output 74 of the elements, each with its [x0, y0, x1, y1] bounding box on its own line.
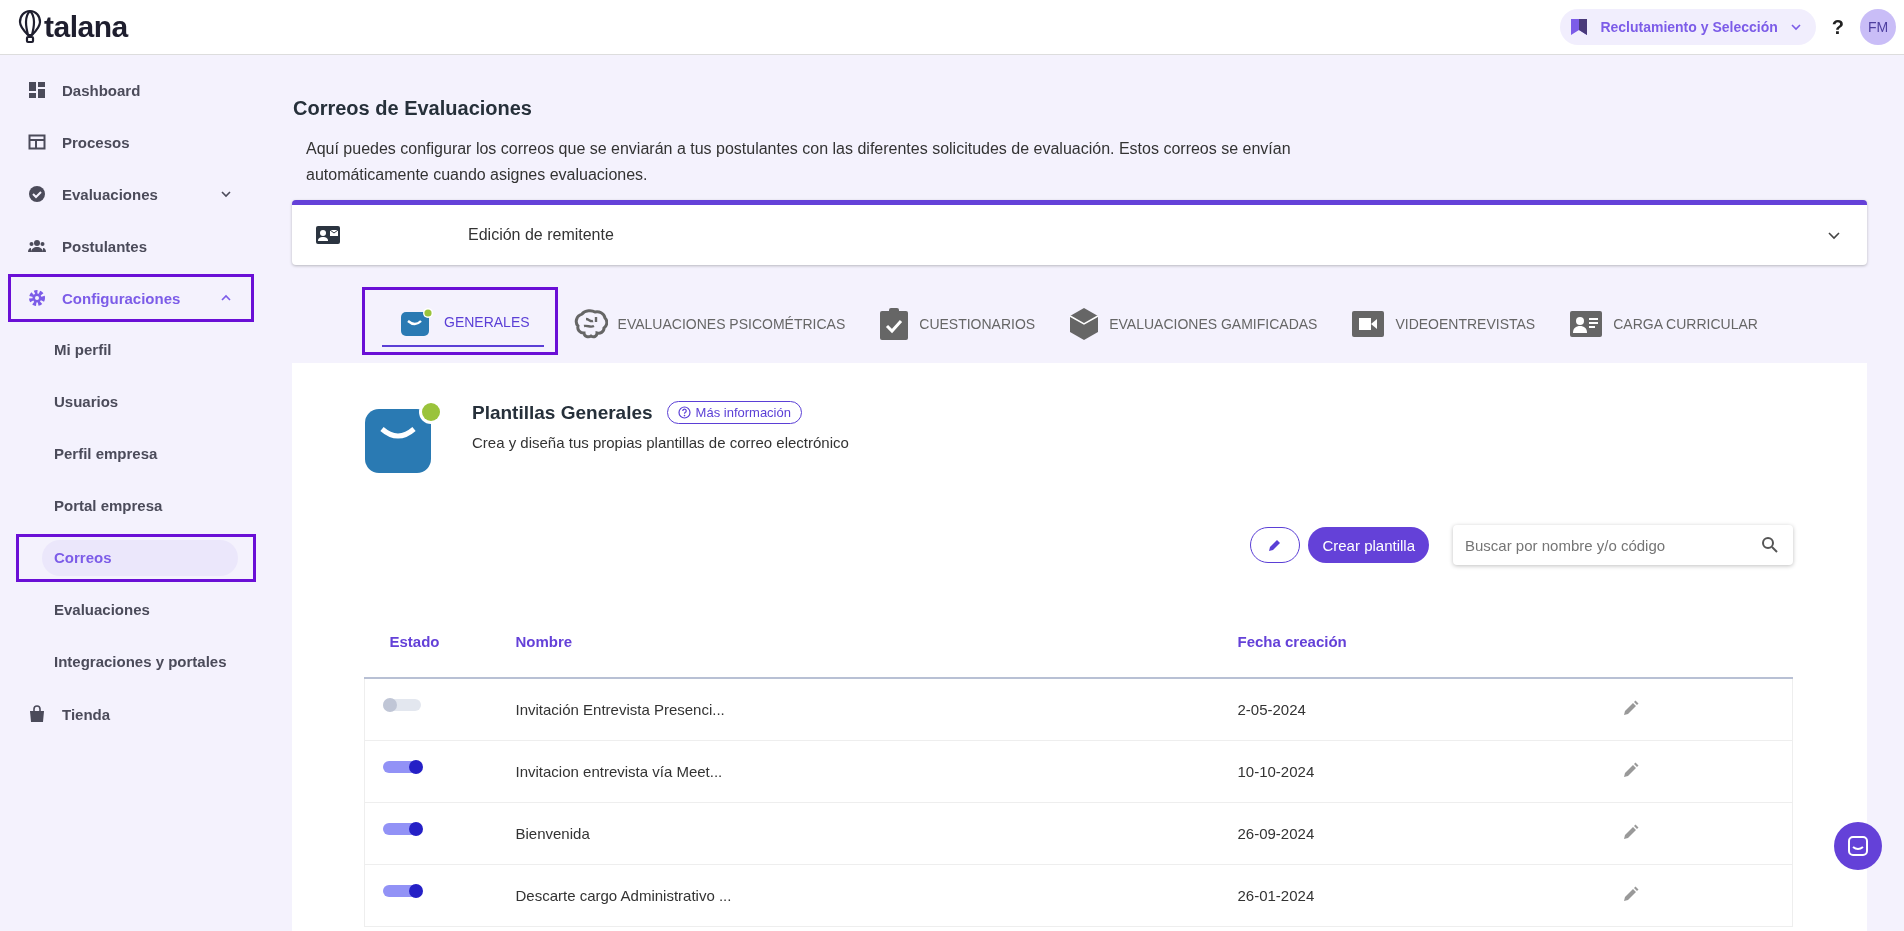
table-cell: 10-10-2024: [1237, 763, 1315, 780]
templates-subtitle: Crea y diseña tus propias plantillas de correo electrónico: [472, 434, 849, 451]
column-header: Fecha creación: [1237, 632, 1347, 650]
table-cell: 2-05-2024: [1237, 701, 1306, 718]
help-circle-icon: [677, 406, 691, 419]
page-title: Correos de Evaluaciones: [293, 97, 533, 120]
column-header: Nombre: [515, 632, 573, 650]
logo-text: talana: [44, 10, 128, 44]
gear-icon: [28, 289, 46, 307]
tab[interactable]: EVALUACIONES GAMIFICADAS: [1065, 301, 1330, 347]
clipboard-check-icon: [879, 307, 910, 341]
page-description: Aquí puedes configurar los correos que se enviarán a tus postulantes con las diferentes solicitudes de evaluación. Estos correos se envían automáticamente cuando asignes evaluaciones.: [306, 139, 1292, 185]
table-cell: Invitacion entrevista vía Meet...: [515, 763, 723, 780]
pencil-icon[interactable]: [1622, 824, 1639, 840]
tab[interactable]: CUESTIONARIOS: [875, 301, 1048, 347]
table-cell: 26-09-2024: [1237, 825, 1315, 842]
table-icon: [28, 133, 46, 151]
dashboard-icon: [28, 81, 46, 99]
search-icon: [1761, 536, 1779, 554]
cube-icon: [1069, 307, 1100, 341]
brain-icon: [573, 309, 608, 339]
module-selector[interactable]: Reclutamiento y Selección: [1560, 9, 1816, 45]
video-camera-icon: [1351, 310, 1386, 338]
balloon-icon: [18, 9, 42, 45]
mail-icon: [400, 307, 434, 337]
create-template-button[interactable]: Crear plantilla: [1308, 527, 1429, 563]
sidebar-subitem[interactable]: Integraciones y portales: [42, 644, 238, 680]
pencil-icon: [1268, 538, 1283, 552]
chevron-down-icon: [1827, 230, 1841, 240]
tab[interactable]: GENERALES: [382, 299, 544, 347]
sender-panel[interactable]: Edición de remitente: [292, 200, 1867, 265]
sidebar-subitem[interactable]: Evaluaciones: [42, 592, 238, 628]
pencil-icon[interactable]: [1622, 762, 1639, 778]
user-avatar[interactable]: FM: [1860, 9, 1896, 45]
help-button[interactable]: ?: [1825, 15, 1850, 39]
pencil-icon[interactable]: [1622, 700, 1639, 716]
column-header: Estado: [389, 632, 440, 650]
bookmark-icon: [1570, 18, 1589, 36]
edit-button[interactable]: [1250, 527, 1301, 563]
id-card-icon: [1569, 310, 1604, 338]
status-toggle[interactable]: [383, 699, 421, 712]
sidebar-subitem[interactable]: Perfil empresa: [42, 436, 238, 472]
chevron-down-icon: [1789, 23, 1802, 31]
search-field[interactable]: Buscar por nombre y/o código: [1453, 525, 1793, 565]
status-toggle[interactable]: [383, 761, 421, 774]
tab[interactable]: EVALUACIONES PSICOMÉTRICAS: [569, 301, 858, 347]
sidebar-item[interactable]: Evaluaciones: [10, 168, 256, 220]
sidebar-subitem[interactable]: Portal empresa: [42, 488, 238, 524]
people-icon: [28, 237, 46, 255]
chat-icon: [1847, 835, 1869, 857]
sidebar-subitem[interactable]: Usuarios: [42, 384, 238, 420]
status-toggle[interactable]: [383, 823, 421, 836]
chevron-down-icon: [220, 190, 232, 198]
contact-card-icon: [316, 226, 340, 244]
sidebar-item[interactable]: Dashboard: [10, 64, 256, 116]
sidebar-subitem[interactable]: Mi perfil: [42, 332, 238, 368]
sidebar-item[interactable]: Postulantes: [10, 220, 256, 272]
table-cell: Descarte cargo Administrativo ...: [515, 887, 732, 904]
chat-button[interactable]: [1834, 822, 1882, 870]
chevron-up-icon: [220, 294, 232, 302]
tab[interactable]: CARGA CURRICULAR: [1565, 301, 1770, 347]
sidebar-item[interactable]: Procesos: [10, 116, 256, 168]
status-toggle[interactable]: [383, 885, 421, 898]
sidebar-item[interactable]: Tienda: [10, 688, 256, 740]
pencil-icon[interactable]: [1622, 886, 1639, 902]
sidebar-subitem[interactable]: Correos: [42, 540, 238, 576]
check-circle-icon: [28, 185, 46, 203]
table-cell: Invitación Entrevista Presenci...: [515, 701, 725, 718]
table-cell: Bienvenida: [515, 825, 590, 842]
sidebar-item[interactable]: Configuraciones: [10, 272, 256, 324]
table-cell: 26-01-2024: [1237, 887, 1315, 904]
templates-title: Plantillas Generales: [472, 401, 653, 424]
tab[interactable]: VIDEOENTREVISTAS: [1347, 301, 1548, 347]
shopping-bag-icon: [28, 705, 46, 723]
